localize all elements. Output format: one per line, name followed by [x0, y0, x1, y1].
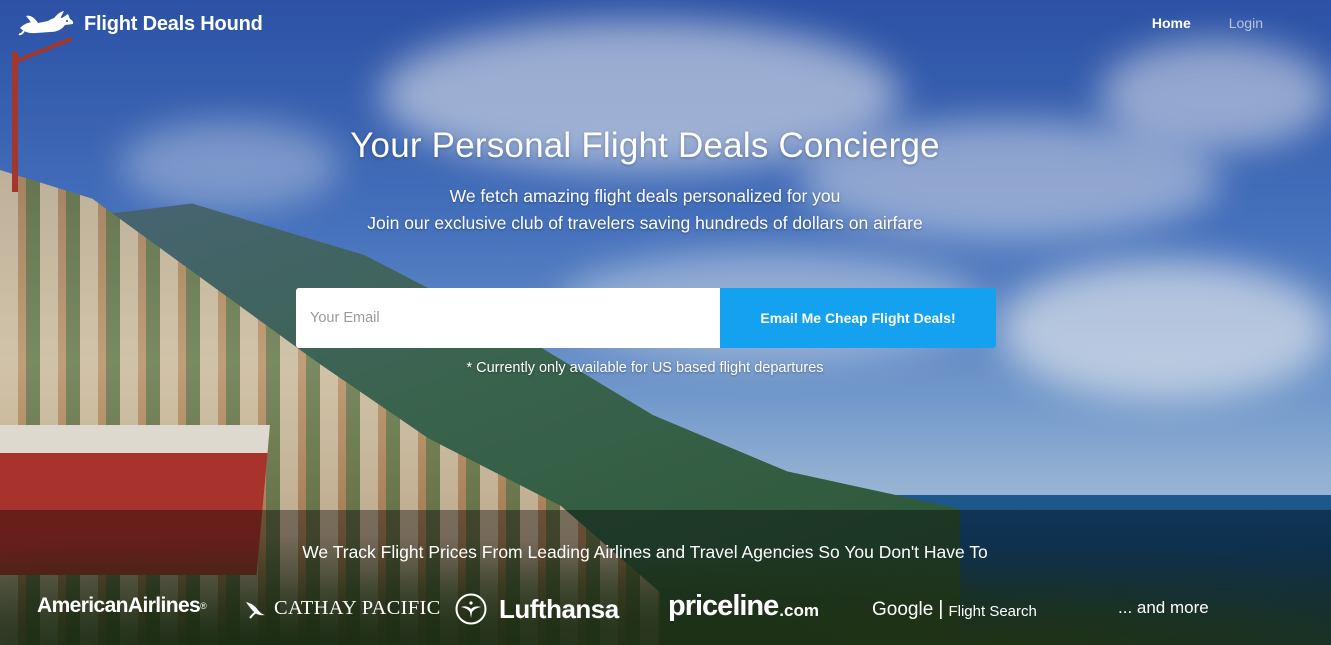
- partner-lufthansa: Lufthansa: [455, 593, 619, 625]
- partner-name: CATHAY PACIFIC: [274, 597, 441, 619]
- partner-name: Lufthansa: [499, 593, 619, 624]
- hero-subtitle-line-2: Join our exclusive club of travelers sav…: [367, 213, 923, 233]
- partner-suffix: .com: [779, 600, 819, 620]
- partner-name: AmericanAirlines: [37, 594, 201, 617]
- partner-american-airlines: AmericanAirlines ®: [37, 594, 207, 618]
- hero-subtitle-line-1: We fetch amazing flight deals personaliz…: [449, 186, 841, 206]
- top-nav: Home Login: [1152, 15, 1263, 31]
- hero-title: Your Personal Flight Deals Concierge: [350, 126, 940, 165]
- partner-band: [0, 510, 1331, 645]
- nav-home-link[interactable]: Home: [1152, 15, 1191, 31]
- partner-suffix: Flight Search: [948, 602, 1037, 620]
- partner-name: Google: [872, 598, 934, 620]
- brand-logo[interactable]: Flight Deals Hound: [18, 10, 263, 38]
- signup-form: Email Me Cheap Flight Deals!: [296, 288, 996, 348]
- partner-cathay-pacific: CATHAY PACIFIC: [244, 597, 441, 620]
- separator: |: [938, 598, 944, 620]
- email-cheap-deals-button[interactable]: Email Me Cheap Flight Deals!: [720, 288, 996, 348]
- cathay-brushwing-icon: [244, 598, 266, 620]
- nav-login-link[interactable]: Login: [1229, 15, 1263, 31]
- partner-name: priceline: [668, 590, 779, 622]
- brand-name: Flight Deals Hound: [84, 12, 263, 35]
- flying-dog-icon: [18, 10, 76, 38]
- availability-note: * Currently only available for US based …: [466, 360, 824, 376]
- registered-mark: ®: [200, 601, 207, 611]
- partners-heading: We Track Flight Prices From Leading Airl…: [302, 542, 988, 562]
- partners-more: ... and more: [1118, 598, 1209, 617]
- lufthansa-crane-icon: [455, 593, 487, 625]
- partner-priceline: priceline .com: [668, 590, 819, 623]
- email-input[interactable]: [296, 288, 720, 348]
- partner-google-flight-search: Google | Flight Search: [872, 598, 1037, 621]
